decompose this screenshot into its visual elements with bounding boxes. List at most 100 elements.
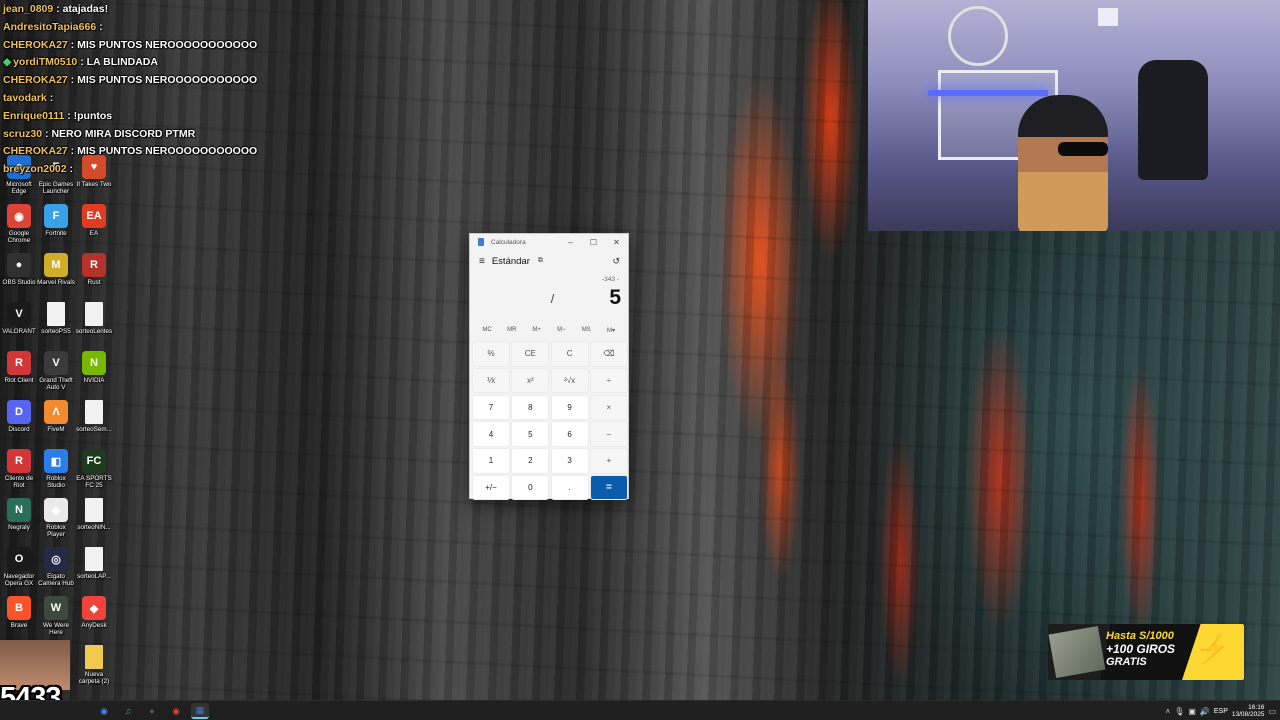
taskbar-app-chrome-2[interactable]: ◉ bbox=[167, 703, 185, 719]
desktop-icon[interactable]: ● OBS Studio bbox=[0, 253, 38, 286]
desktop-icon[interactable]: R Rust bbox=[75, 253, 113, 286]
desktop-icon[interactable]: D Discord bbox=[0, 400, 38, 433]
desktop-icon[interactable]: EA EA bbox=[75, 204, 113, 237]
network-icon[interactable]: ▣ bbox=[1188, 707, 1196, 716]
app-icon: ● bbox=[7, 253, 31, 277]
calc-key[interactable]: 2 bbox=[511, 448, 550, 474]
calc-key[interactable]: × bbox=[589, 394, 628, 421]
calc-key[interactable]: x² bbox=[511, 367, 550, 394]
desktop-icon[interactable]: FC EA SPORTS FC 25 bbox=[75, 449, 113, 490]
calc-key[interactable]: . bbox=[550, 474, 589, 501]
desktop-icon[interactable]: F Fortnite bbox=[37, 204, 75, 237]
desktop-icon[interactable]: Λ FiveM bbox=[37, 400, 75, 433]
app-icon: O bbox=[7, 547, 31, 571]
desktop-icon[interactable]: V VALORANT bbox=[0, 302, 38, 335]
desktop-icon[interactable]: sorteoPS5 bbox=[37, 302, 75, 335]
calc-key[interactable]: − bbox=[589, 421, 628, 447]
taskbar-app-chrome[interactable]: ◉ bbox=[95, 703, 113, 719]
desktop-icon-label: Grand Theft Auto V bbox=[39, 377, 73, 392]
calc-key[interactable]: ÷ bbox=[589, 367, 628, 394]
memory-button[interactable]: MS bbox=[575, 327, 597, 333]
calc-key[interactable]: 7 bbox=[472, 394, 510, 421]
memory-button[interactable]: M+ bbox=[526, 327, 548, 333]
calc-key[interactable]: 8 bbox=[511, 394, 550, 421]
calc-key[interactable]: % bbox=[472, 341, 510, 367]
volume-icon[interactable]: 🔊 bbox=[1200, 707, 1210, 716]
desktop-icon[interactable]: W We Were Here bbox=[37, 596, 75, 637]
keep-on-top-icon[interactable]: ⧉ bbox=[538, 257, 543, 265]
desktop-icon-label: Discord bbox=[8, 426, 30, 433]
expression-display: -343 - bbox=[602, 276, 619, 283]
desktop-icon-label: Epic Games Launcher bbox=[38, 181, 74, 196]
desktop-icon[interactable]: sorteoNIN... bbox=[75, 498, 113, 531]
desktop-icon-label: sorteoLentes bbox=[75, 328, 113, 335]
calculator-window[interactable]: Calculadora – ☐ ✕ ≡ Estándar ⧉ ↺ -343 - … bbox=[469, 233, 629, 501]
calc-key[interactable]: CE bbox=[511, 341, 550, 367]
desktop-icon[interactable]: R Riot Client bbox=[0, 351, 38, 384]
calc-key[interactable]: C bbox=[550, 341, 589, 367]
chevron-up-icon[interactable]: ˄ bbox=[1166, 707, 1171, 716]
gaming-chair bbox=[1138, 60, 1208, 180]
language-indicator[interactable]: ESP bbox=[1214, 708, 1228, 715]
calc-key[interactable]: ⅟x bbox=[472, 367, 510, 394]
desktop-icon[interactable]: O Navegador Opera GX bbox=[0, 547, 38, 588]
taskbar-app-spotify[interactable]: ♫ bbox=[119, 703, 137, 719]
calc-key[interactable]: 3 bbox=[550, 448, 589, 474]
desktop-icon[interactable]: ◧ Roblox Studio bbox=[37, 449, 75, 490]
calc-key[interactable]: 1 bbox=[472, 448, 510, 474]
calc-key[interactable]: ⌫ bbox=[589, 341, 628, 367]
memory-button[interactable]: M− bbox=[550, 327, 572, 333]
memory-button[interactable]: M▾ bbox=[600, 327, 622, 334]
desktop-icon[interactable]: B Brave bbox=[0, 596, 38, 629]
chat-text: !puntos bbox=[73, 109, 113, 122]
taskbar-app-obs[interactable]: ● bbox=[143, 703, 161, 719]
desktop-icon[interactable]: M Marvel Rivals bbox=[37, 253, 75, 286]
app-icon bbox=[85, 547, 103, 571]
desktop-icon-label: Navegador Opera GX bbox=[3, 573, 35, 588]
microphone-icon[interactable]: 🎙 bbox=[1174, 707, 1184, 716]
stream-chat-overlay: jean_0809 : atajadas! AndresitoTapia666 :… bbox=[3, 3, 303, 181]
desktop-icon[interactable]: ◉ Google Chrome bbox=[0, 204, 38, 245]
desktop-icon-label: Roblox Player bbox=[46, 524, 66, 539]
calc-key[interactable]: 5 bbox=[511, 421, 550, 447]
desktop-icon[interactable]: N NVIDIA bbox=[75, 351, 113, 384]
desktop-icon[interactable]: sorteoLentes bbox=[75, 302, 113, 335]
desktop-icon[interactable]: V Grand Theft Auto V bbox=[37, 351, 75, 392]
desktop-icon-label: Fortnite bbox=[45, 230, 67, 237]
calc-key[interactable]: 6 bbox=[550, 421, 589, 447]
notification-icon[interactable]: ▭ bbox=[1268, 707, 1276, 716]
desktop-icon[interactable]: N Negraly bbox=[0, 498, 38, 531]
calc-key[interactable]: ²√x bbox=[550, 367, 589, 394]
calc-key[interactable]: 9 bbox=[550, 394, 589, 421]
calculator-display: -343 - 5 bbox=[470, 272, 628, 322]
close-button[interactable]: ✕ bbox=[605, 234, 628, 250]
desktop-icon[interactable]: sorteoLAP... bbox=[75, 547, 113, 580]
history-icon[interactable]: ↺ bbox=[612, 256, 620, 267]
calc-key[interactable]: +/− bbox=[472, 474, 510, 501]
hamburger-menu-icon[interactable]: ≡ bbox=[479, 256, 485, 267]
equals-button[interactable]: = bbox=[589, 474, 628, 501]
minimize-button[interactable]: – bbox=[559, 234, 582, 250]
maximize-button[interactable]: ☐ bbox=[582, 234, 605, 250]
calc-key[interactable]: + bbox=[589, 448, 628, 474]
calc-key[interactable]: 0 bbox=[511, 474, 550, 501]
desktop-icon-label: NVIDIA bbox=[83, 377, 105, 384]
chat-message: CHEROKA27 : MIS PUNTOS NEROOOOOOOOOOO bbox=[3, 39, 303, 57]
app-icon: ◎ bbox=[44, 547, 68, 571]
chat-message: AndresitoTapia666 : bbox=[3, 21, 303, 39]
calc-key[interactable]: 4 bbox=[472, 421, 510, 447]
memory-button[interactable]: MC bbox=[476, 327, 498, 333]
desktop-icon[interactable]: ◎ Elgato Camera Hub bbox=[37, 547, 75, 588]
app-icon: Λ bbox=[44, 400, 68, 424]
memory-button[interactable]: MR bbox=[501, 327, 523, 333]
desktop-icon[interactable]: sorteoSem... bbox=[75, 400, 113, 433]
promo-line-2: +100 GIROS bbox=[1106, 642, 1176, 656]
taskbar-app-calculator[interactable]: ▦ bbox=[191, 703, 209, 719]
chat-username: breyzon2002 bbox=[3, 163, 67, 176]
desktop-icon[interactable]: ◆ AnyDesk bbox=[75, 596, 113, 629]
desktop-icon[interactable]: R Cliente de Riot bbox=[0, 449, 38, 490]
desktop-icon[interactable]: Nueva carpeta (2) bbox=[75, 645, 113, 686]
taskbar-clock[interactable]: 16:16 13/08/2025 bbox=[1232, 704, 1265, 719]
calculator-titlebar[interactable]: Calculadora – ☐ ✕ bbox=[470, 234, 628, 250]
desktop-icon[interactable]: ◆ Roblox Player bbox=[37, 498, 75, 539]
